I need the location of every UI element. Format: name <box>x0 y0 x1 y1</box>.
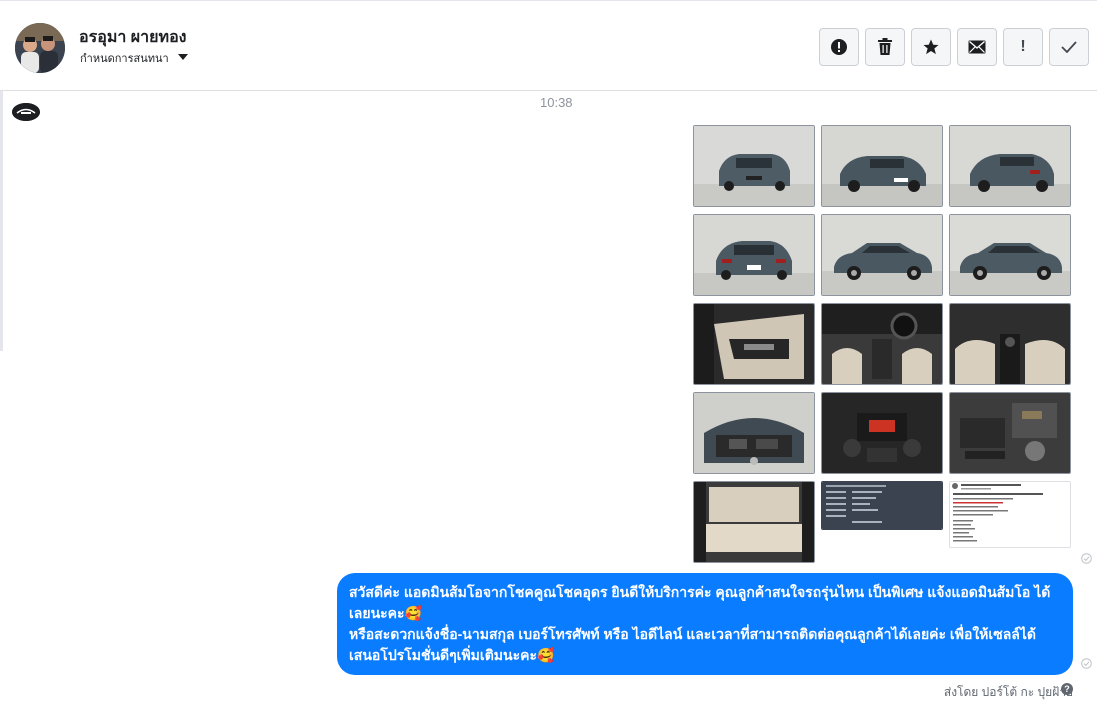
star-icon <box>923 39 939 55</box>
conversation-header: อรอุมา ผายทอง กำหนดการสนทนา ! <box>0 0 1097 91</box>
door-panel-photo[interactable] <box>693 303 815 385</box>
assign-conversation-label[interactable]: กำหนดการสนทนา <box>80 49 169 67</box>
post-screenshot[interactable] <box>949 481 1071 548</box>
car-front-angle-photo[interactable] <box>821 125 943 207</box>
spec-sheet-screenshot[interactable] <box>821 481 943 530</box>
mark-done-button[interactable] <box>1049 28 1089 66</box>
check-icon <box>1061 41 1077 53</box>
alert-circle-icon <box>831 39 847 55</box>
seen-check-icon <box>1081 553 1092 564</box>
exclamation-icon: ! <box>1020 38 1026 55</box>
avatar[interactable] <box>15 23 65 73</box>
delete-button[interactable] <box>865 28 905 66</box>
engine-detail-photo[interactable] <box>949 392 1071 474</box>
mark-unread-button[interactable] <box>957 28 997 66</box>
message-timestamp: 10:38 <box>540 95 573 110</box>
trash-icon <box>878 38 892 55</box>
car-rear-angle-photo[interactable] <box>949 125 1071 207</box>
contact-name[interactable]: อรอุมา ผายทอง <box>79 25 187 50</box>
message-line: สวัสดีค่ะ แอดมินส้มโอจากโชคคูณโชคอุดร ยิ… <box>349 584 1051 621</box>
front-seats-photo[interactable] <box>949 303 1071 385</box>
rear-seat-photo[interactable] <box>693 481 815 563</box>
car-rear-photo[interactable] <box>693 214 815 296</box>
left-scrollbar[interactable] <box>0 91 3 351</box>
car-front-photo[interactable] <box>693 125 815 207</box>
mark-spam-button[interactable] <box>819 28 859 66</box>
follow-up-button[interactable]: ! <box>1003 28 1043 66</box>
car-side-photo[interactable] <box>949 214 1071 296</box>
help-icon[interactable]: ? <box>1061 683 1073 695</box>
envelope-icon <box>968 40 986 54</box>
page-logo-avatar[interactable] <box>12 103 40 121</box>
action-toolbar: ! <box>819 28 1089 66</box>
seen-check-icon <box>1081 658 1092 669</box>
caret-down-icon[interactable] <box>178 54 188 60</box>
car-side-photo[interactable] <box>821 214 943 296</box>
sent-by-label: ส่งโดย ปอร์โต้ กะ ปุยฝ้าย <box>943 685 1073 699</box>
dashboard-photo[interactable] <box>821 303 943 385</box>
console-photo[interactable] <box>821 392 943 474</box>
engine-bay-photo[interactable] <box>693 392 815 474</box>
message-line: หรือสะดวกแจ้งชื่อ-นามสกุล เบอร์โทรศัพท์ … <box>349 626 1036 663</box>
star-button[interactable] <box>911 28 951 66</box>
message-bubble[interactable]: สวัสดีค่ะ แอดมินส้มโอจากโชคคูณโชคอุดร ยิ… <box>337 573 1073 675</box>
